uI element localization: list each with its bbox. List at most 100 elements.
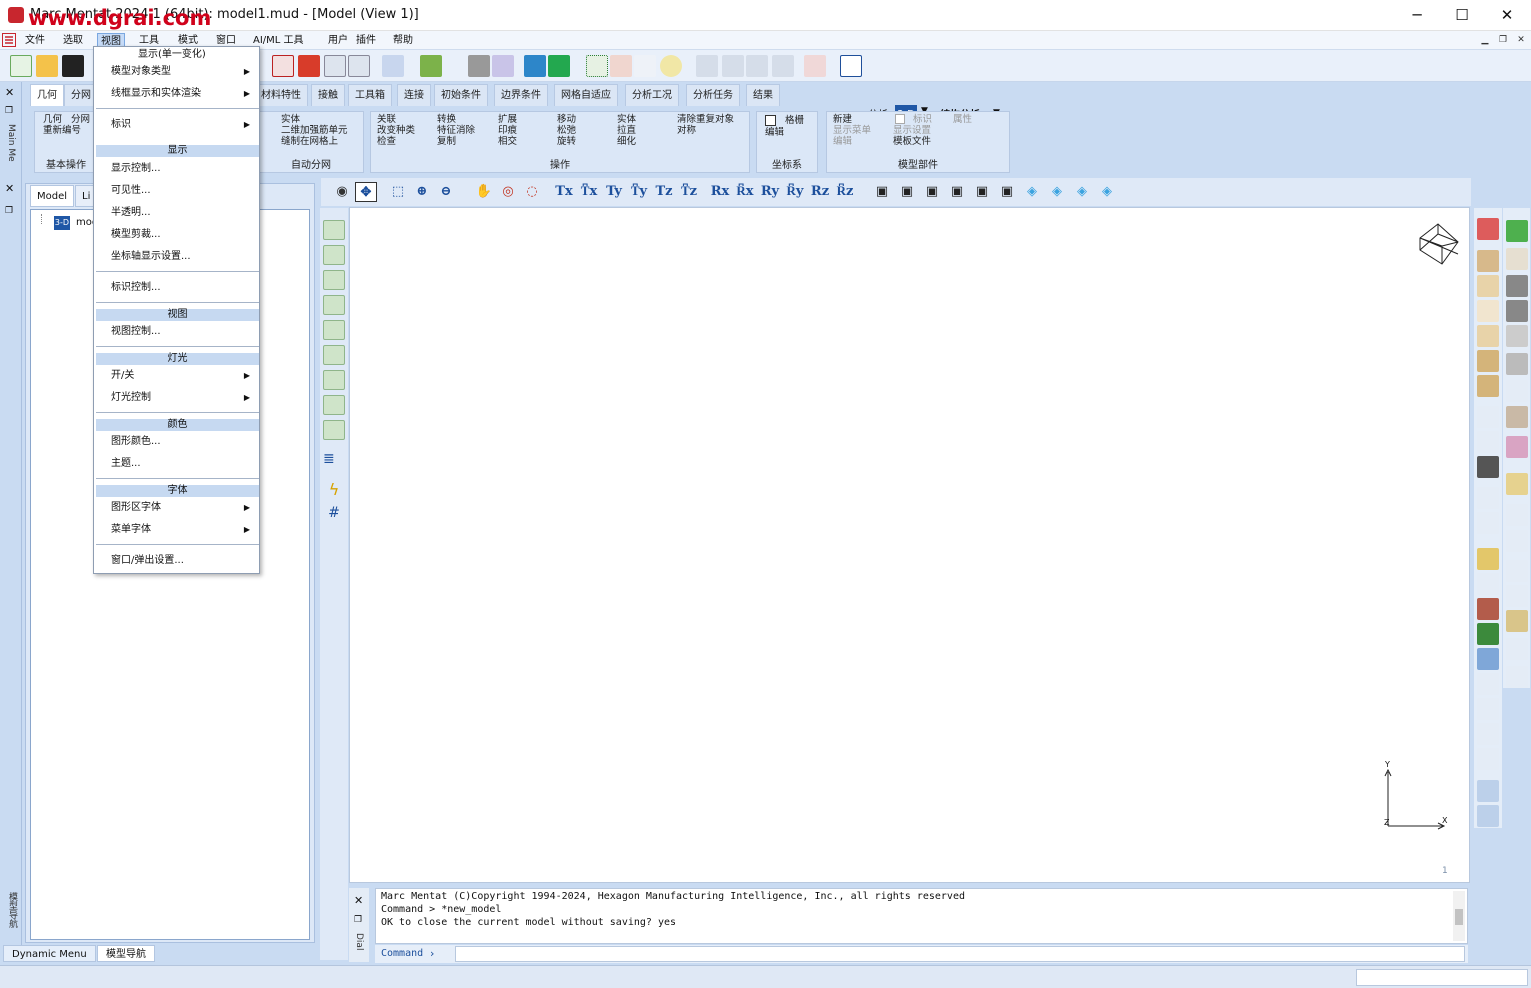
tab-dynamic-menu[interactable]: Dynamic Menu [3, 945, 96, 962]
shell-2-icon[interactable] [1506, 300, 1528, 322]
ribbon-item[interactable]: 转换 [437, 114, 456, 125]
select-box-icon[interactable] [323, 220, 345, 240]
view-cube-blue-icon[interactable]: ◈ [1071, 182, 1093, 202]
stack-icon[interactable] [1477, 805, 1499, 827]
tab-contact[interactable]: 接触 [311, 84, 345, 106]
translate-y-neg-button[interactable]: T͆y [628, 182, 650, 202]
save-icon[interactable] [62, 55, 84, 77]
pick-icon[interactable] [420, 55, 442, 77]
tab-model[interactable]: Model [30, 185, 75, 207]
corner-icon[interactable] [1506, 638, 1528, 660]
dialog-scrollbar[interactable] [1453, 891, 1465, 941]
menu-item-display-single[interactable]: 显示(单一变化) [138, 47, 206, 63]
ribbon-item[interactable]: 细化 [617, 136, 636, 147]
c-tool-icon[interactable] [1506, 504, 1528, 526]
select-poly-icon[interactable] [323, 245, 345, 265]
ribbon-item[interactable]: 模板文件 [893, 136, 931, 147]
plot-2-icon[interactable] [1477, 698, 1499, 720]
ribbon-item[interactable]: 缝制在网格上 [281, 136, 338, 147]
close-icon[interactable]: ✕ [354, 894, 363, 907]
ribbon-item[interactable]: 格栅 [785, 115, 804, 126]
ribbon-item[interactable]: 编辑 [833, 136, 852, 147]
table-icon[interactable] [1506, 560, 1528, 582]
tab-boundary-conditions[interactable]: 边界条件 [494, 84, 548, 106]
rotate-z-button[interactable]: Rz [809, 182, 831, 202]
solid-add-icon[interactable] [1477, 375, 1499, 397]
view-cube-icon[interactable]: ▣ [946, 182, 968, 202]
minimize-button[interactable]: ─ [1394, 4, 1440, 26]
rotate-icon[interactable]: ◎ [497, 182, 519, 202]
ribbon-item[interactable]: 清除重复对象 [677, 114, 734, 125]
cursor-icon[interactable] [634, 55, 656, 77]
menu-item-graphics-font[interactable]: 图形区字体 [111, 500, 161, 516]
shade-icon[interactable] [468, 55, 490, 77]
menu-item-wireframe-solid[interactable]: 线框显示和实体渲染 [111, 86, 201, 102]
surface-icon[interactable] [1477, 325, 1499, 347]
translate-y-button[interactable]: Ty [603, 182, 625, 202]
ribbon-item[interactable]: 复制 [437, 136, 456, 147]
fill-view-icon[interactable]: ✥ [355, 182, 377, 202]
calculator-icon[interactable] [610, 55, 632, 77]
car-green-icon[interactable] [548, 55, 570, 77]
command-input[interactable] [455, 946, 1465, 962]
ribbon-item[interactable]: 特征消除 [437, 125, 475, 136]
axis-icon[interactable] [1477, 512, 1499, 534]
chart-icon[interactable] [1477, 648, 1499, 670]
nodes-icon[interactable] [1477, 406, 1499, 428]
yellow-tool-icon[interactable] [1506, 473, 1528, 495]
mdi-restore-button[interactable]: ❐ [1496, 34, 1510, 47]
ribbon-item[interactable]: 几何 [43, 114, 62, 125]
import-icon[interactable] [1477, 548, 1499, 570]
menu-item-model-object-types[interactable]: 模型对象类型 [111, 64, 171, 80]
ribbon-item[interactable]: 重新编号 [43, 125, 81, 136]
eye-icon[interactable]: ◉ [331, 182, 353, 202]
car-icon[interactable] [524, 55, 546, 77]
rotate-x-button[interactable]: Rx [709, 182, 731, 202]
ribbon-item[interactable]: 实体 [617, 114, 636, 125]
help-globe-icon[interactable] [660, 55, 682, 77]
close-icon[interactable]: ✕ [5, 182, 14, 195]
brush-icon[interactable] [492, 55, 514, 77]
cube-outline-icon[interactable] [1506, 325, 1528, 347]
faded-icon[interactable] [1477, 487, 1499, 509]
translate-x-neg-button[interactable]: T͆x [578, 182, 600, 202]
tab-model-navigator[interactable]: 模型导航 [97, 945, 155, 962]
rotate-x-neg-button[interactable]: R͆x [734, 182, 756, 202]
grid-icon[interactable] [324, 55, 346, 77]
translate-z-button[interactable]: Tz [653, 182, 675, 202]
mesh-grid-icon[interactable] [348, 55, 370, 77]
flag-icon[interactable] [746, 55, 768, 77]
menu-file[interactable]: 文件 [22, 33, 48, 48]
restore-icon[interactable]: ❐ [5, 206, 13, 216]
menu-item-graphics-colors[interactable]: 图形颜色... [111, 434, 161, 450]
zoom-box-icon[interactable]: ⬚ [387, 182, 409, 202]
ribbon-item[interactable]: 改变种类 [377, 125, 415, 136]
menu-item-axis-display[interactable]: 坐标轴显示设置... [111, 249, 191, 265]
menu-item-labels[interactable]: 标识 [111, 117, 131, 133]
restore-icon[interactable]: ❐ [5, 106, 13, 116]
menu-item-menu-font[interactable]: 菜单字体 [111, 522, 151, 538]
ribbon-item[interactable]: 新建 [833, 114, 852, 125]
menu-item-display-control[interactable]: 显示控制... [111, 161, 161, 177]
curve-icon[interactable] [1477, 300, 1499, 322]
menu-select[interactable]: 选取 [60, 33, 86, 48]
view-cube-icon[interactable]: ▣ [896, 182, 918, 202]
tab-loadcases[interactable]: 分析工况 [625, 84, 679, 106]
ribbon-item[interactable]: 对称 [677, 125, 696, 136]
menu-item-window-popup-settings[interactable]: 窗口/弹出设置... [111, 553, 184, 569]
maximize-button[interactable]: ☐ [1439, 4, 1485, 26]
cube-shade-icon[interactable] [1506, 353, 1528, 375]
system-menu-icon[interactable] [2, 33, 16, 47]
menu-item-visibility[interactable]: 可见性... [111, 183, 151, 199]
restore-icon[interactable]: ❐ [354, 915, 362, 925]
menu-item-label-control[interactable]: 标识控制... [111, 280, 161, 296]
list-icon[interactable] [696, 55, 718, 77]
ribbon-item[interactable]: 分网 [71, 114, 90, 125]
rotate-z-neg-button[interactable]: R͆z [834, 182, 856, 202]
rotate-y-neg-button[interactable]: R͆y [784, 182, 806, 202]
t-tool-icon[interactable] [1506, 530, 1528, 552]
draw-icon[interactable] [298, 55, 320, 77]
pan-hand-icon[interactable]: ✋ [473, 182, 495, 202]
view-cube-blue-icon[interactable]: ◈ [1096, 182, 1118, 202]
menu-item-translucency[interactable]: 半透明... [111, 205, 151, 221]
